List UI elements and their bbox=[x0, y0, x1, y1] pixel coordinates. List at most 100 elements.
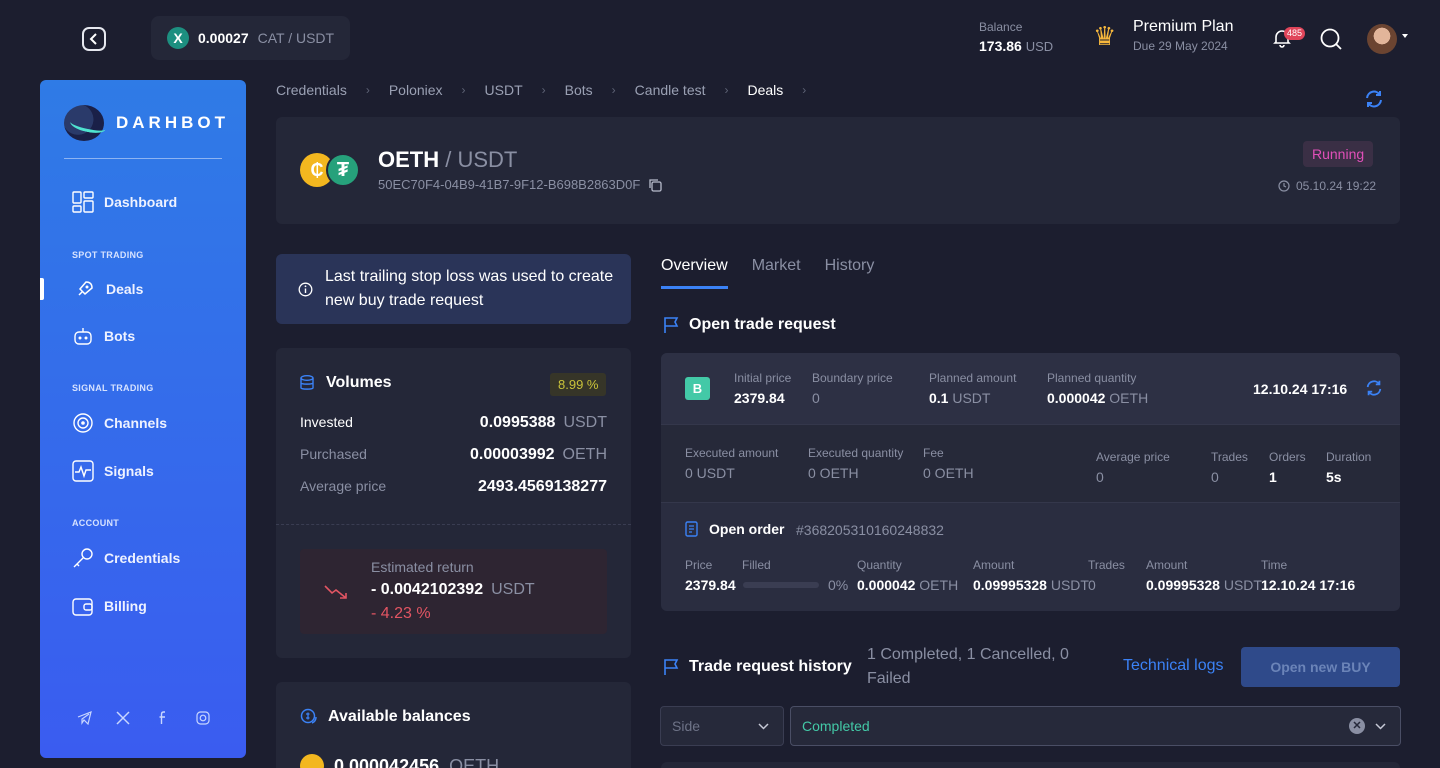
technical-logs-link[interactable]: Technical logs bbox=[1123, 657, 1224, 675]
crown-icon: ♛ bbox=[1093, 20, 1117, 51]
otr-refresh-button[interactable] bbox=[1365, 379, 1383, 397]
caret-down-icon[interactable] bbox=[1402, 34, 1408, 38]
status-select[interactable]: Completed ✕ bbox=[790, 706, 1401, 746]
search-icon bbox=[1320, 28, 1342, 50]
plan-widget[interactable]: ♛ Premium Plan Due 29 May 2024 bbox=[1093, 18, 1233, 53]
deal-pair: OETH / USDT bbox=[378, 147, 517, 173]
chevron-right-icon: › bbox=[802, 83, 807, 97]
facebook-icon[interactable] bbox=[155, 710, 171, 726]
notification-count: 485 bbox=[1284, 27, 1306, 40]
order-filled-label: Filled bbox=[742, 558, 771, 572]
order-filled: Filled bbox=[742, 558, 771, 572]
sidebar-item-credentials[interactable]: Credentials bbox=[72, 547, 180, 569]
order-amount-2-unit: USDT bbox=[1223, 577, 1262, 593]
clear-icon[interactable]: ✕ bbox=[1349, 718, 1365, 734]
boundary-price: Boundary price 0 bbox=[812, 371, 893, 406]
back-button[interactable] bbox=[82, 27, 106, 51]
instagram-icon[interactable] bbox=[195, 710, 211, 726]
order-time-label: Time bbox=[1261, 558, 1288, 572]
ticker-widget[interactable]: X 0.00027 CAT / USDT bbox=[151, 16, 350, 60]
sidebar-item-dashboard[interactable]: Dashboard bbox=[72, 191, 177, 213]
chevron-left-icon bbox=[89, 33, 97, 45]
average-price: Average price 0 bbox=[1096, 450, 1170, 485]
ticker-price: 0.00027 bbox=[198, 30, 249, 46]
sidebar-item-billing[interactable]: Billing bbox=[72, 595, 147, 617]
x-twitter-icon[interactable] bbox=[115, 710, 131, 726]
sidebar-item-bots[interactable]: Bots bbox=[72, 325, 135, 347]
open-trade-request-heading: Open trade request bbox=[663, 316, 836, 334]
section-label-account: ACCOUNT bbox=[72, 518, 120, 528]
order-amount-label: Amount bbox=[973, 558, 1015, 572]
deal-tabs: Overview Market History bbox=[661, 257, 874, 289]
refresh-button[interactable] bbox=[1364, 89, 1384, 109]
planned-quantity: Planned quantity 0.000042 OETH bbox=[1047, 371, 1148, 406]
open-new-buy-button[interactable]: Open new BUY bbox=[1241, 647, 1400, 687]
balance-item-unit: OETH bbox=[449, 755, 500, 768]
order-quantity-value: 0.000042 bbox=[857, 577, 916, 593]
status-badge: Running bbox=[1303, 141, 1374, 167]
trades-label: Trades bbox=[1211, 450, 1248, 464]
order-quantity: Quantity 0.000042 OETH bbox=[857, 558, 958, 593]
tab-market[interactable]: Market bbox=[752, 257, 801, 289]
side-select[interactable]: Side bbox=[660, 706, 784, 746]
duration: Duration 5s bbox=[1326, 450, 1371, 485]
purchased-unit: OETH bbox=[562, 446, 607, 463]
coins-icon bbox=[300, 708, 317, 724]
balances-card: Available balances 0.000042456 OETH bbox=[276, 682, 631, 768]
order-amount-unit: USDT bbox=[1050, 577, 1089, 593]
history-summary: 1 Completed, 1 Cancelled, 0 Failed bbox=[867, 646, 1069, 687]
plan-due: Due 29 May 2024 bbox=[1133, 39, 1228, 53]
order-quantity-label: Quantity bbox=[857, 558, 902, 572]
order-amount-2-value: 0.09995328 bbox=[1146, 577, 1220, 593]
deal-id-row: 50EC70F4-04B9-41B7-9F12-B698B2863D0F bbox=[378, 177, 662, 192]
planned-quantity-value: 0.000042 bbox=[1047, 390, 1106, 406]
sidebar: DARHBOT Dashboard SPOT TRADING Deals Bot… bbox=[40, 80, 246, 758]
key-icon bbox=[72, 547, 94, 569]
pair-icons: ₵ ₮ bbox=[300, 153, 362, 187]
order-amount-2-label: Amount bbox=[1146, 558, 1188, 572]
planned-amount: Planned amount 0.1 USDT bbox=[929, 371, 1016, 406]
search-button[interactable] bbox=[1320, 28, 1342, 50]
breadcrumb-item[interactable]: Bots bbox=[565, 82, 593, 98]
breadcrumb-item[interactable]: Credentials bbox=[276, 82, 347, 98]
trade-history-title: Trade request history bbox=[689, 658, 852, 675]
created-time-value: 05.10.24 19:22 bbox=[1296, 179, 1377, 193]
avg-price-label: Average price bbox=[300, 478, 387, 494]
breadcrumb-item[interactable]: USDT bbox=[485, 82, 523, 98]
coin-icon: X bbox=[167, 27, 189, 49]
dashboard-icon bbox=[72, 191, 94, 213]
notifications-button[interactable]: 485 bbox=[1272, 27, 1306, 50]
tab-overview[interactable]: Overview bbox=[661, 257, 728, 289]
chevron-right-icon: › bbox=[365, 83, 370, 97]
sidebar-item-deals[interactable]: Deals bbox=[74, 278, 143, 300]
sidebar-item-channels[interactable]: Channels bbox=[72, 412, 167, 434]
planned-amount-label: Planned amount bbox=[929, 371, 1017, 385]
history-list bbox=[661, 762, 1400, 768]
sidebar-item-label: Bots bbox=[104, 328, 136, 344]
sidebar-item-label: Deals bbox=[106, 281, 144, 297]
avatar[interactable] bbox=[1367, 24, 1397, 54]
info-banner: Last trailing stop loss was used to crea… bbox=[276, 254, 631, 324]
fee-label: Fee bbox=[923, 446, 944, 460]
sidebar-item-label: Dashboard bbox=[104, 194, 178, 210]
chevron-down-icon bbox=[758, 722, 769, 730]
logo[interactable]: DARHBOT bbox=[64, 105, 229, 141]
section-label-spot: SPOT TRADING bbox=[72, 250, 144, 260]
status-select-value: Completed bbox=[802, 718, 870, 734]
executed-quantity: Executed quantity 0 OETH bbox=[808, 446, 903, 481]
plan-name: Premium Plan bbox=[1133, 18, 1234, 35]
purchased-value: 0.00003992 bbox=[470, 446, 555, 463]
sidebar-item-label: Billing bbox=[104, 598, 147, 614]
sidebar-item-signals[interactable]: Signals bbox=[72, 460, 154, 482]
copy-icon[interactable] bbox=[648, 178, 662, 192]
invested-value: 0.0995388 bbox=[479, 414, 556, 431]
info-text: Last trailing stop loss was used to crea… bbox=[325, 268, 614, 309]
tab-history[interactable]: History bbox=[825, 257, 875, 289]
breadcrumb-item[interactable]: Candle test bbox=[635, 82, 706, 98]
estimated-return-pct: - 4.23 % bbox=[371, 605, 431, 622]
boundary-price-label: Boundary price bbox=[812, 371, 893, 385]
telegram-icon[interactable] bbox=[76, 710, 92, 726]
average-price-value: 0 bbox=[1096, 469, 1104, 485]
balance-item: 0.000042456 OETH bbox=[300, 754, 499, 768]
breadcrumb-item[interactable]: Poloniex bbox=[389, 82, 443, 98]
